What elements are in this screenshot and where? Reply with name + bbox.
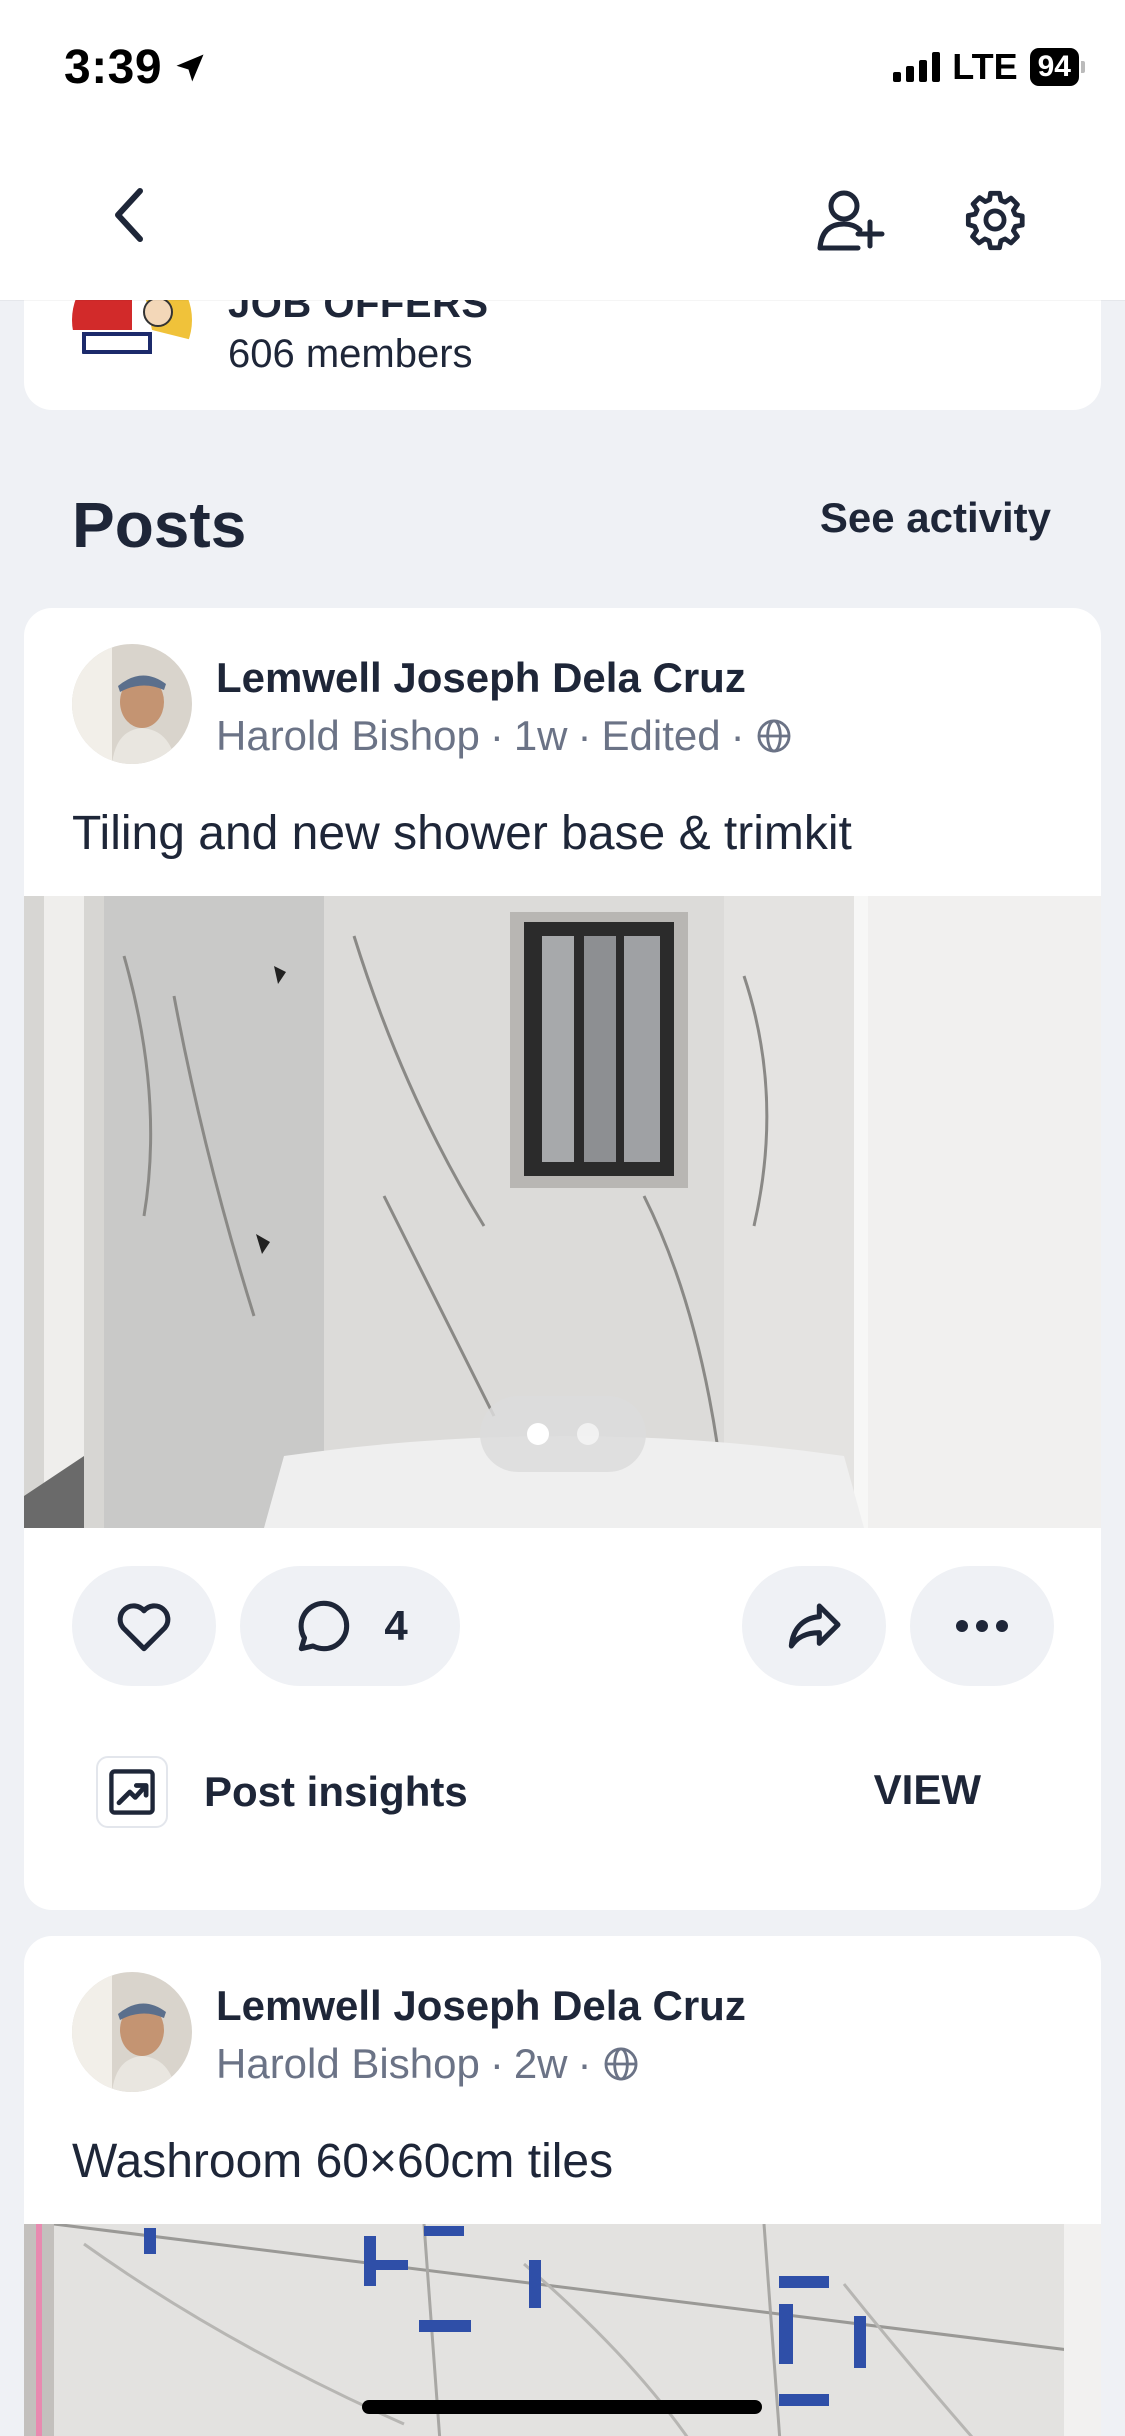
post-meta: Harold Bishop · 2w · <box>216 2040 640 2088</box>
clock: 3:39 <box>64 41 163 94</box>
add-user-icon <box>817 190 885 251</box>
meta-separator: · <box>489 2040 504 2087</box>
post-card: Lemwell Joseph Dela Cruz Harold Bishop ·… <box>24 608 1101 1910</box>
heart-icon <box>117 1603 171 1652</box>
status-indicators: LTE 94 <box>893 46 1085 88</box>
trending-chart-icon <box>109 1769 155 1815</box>
comment-icon <box>298 1600 350 1652</box>
avatar-image <box>72 644 192 764</box>
status-time: 3:39 <box>64 40 208 95</box>
avatar-image <box>72 1972 192 2092</box>
post-image[interactable] <box>24 896 1101 1528</box>
globe-icon <box>757 719 791 753</box>
comment-button[interactable]: 4 <box>240 1566 460 1686</box>
gear-icon <box>965 190 1025 251</box>
post-author[interactable]: Lemwell Joseph Dela Cruz <box>216 1982 746 2030</box>
share-button[interactable] <box>742 1566 886 1686</box>
post-edited[interactable]: Edited <box>602 712 721 760</box>
pager-dot-active[interactable] <box>527 1423 549 1445</box>
post-insights-label[interactable]: Post insights <box>204 1768 468 1816</box>
post-time: 1w <box>513 712 568 759</box>
battery-icon: 94 <box>1029 48 1085 86</box>
globe-icon <box>604 2047 637 2081</box>
meta-separator: · <box>577 2040 592 2087</box>
meta-separator: · <box>730 712 745 759</box>
top-bar: 3:39 LTE 94 <box>0 0 1125 300</box>
meta-separator: · <box>489 712 504 759</box>
meta-separator: · <box>577 712 592 759</box>
location-arrow-icon <box>176 54 204 81</box>
share-arrow-icon <box>788 1603 841 1649</box>
post-author[interactable]: Lemwell Joseph Dela Cruz <box>216 654 746 702</box>
post-meta: Harold Bishop · 1w · Edited · <box>216 712 793 760</box>
group-member-count: 606 members <box>228 332 473 376</box>
insights-icon-box[interactable] <box>96 1756 168 1828</box>
more-options-button[interactable] <box>910 1566 1054 1686</box>
avatar[interactable] <box>72 644 192 764</box>
network-type: LTE <box>952 46 1018 87</box>
avatar[interactable] <box>72 1972 192 2092</box>
see-activity-link[interactable]: See activity <box>820 494 1051 542</box>
back-button[interactable] <box>100 180 160 250</box>
post-text: Tiling and new shower base & trimkit <box>72 807 852 860</box>
post-time: 2w <box>513 2040 568 2087</box>
settings-button[interactable] <box>955 180 1035 260</box>
pager-dot[interactable] <box>577 1423 599 1445</box>
post-meta-name[interactable]: Harold Bishop <box>216 712 480 760</box>
more-dots-icon <box>956 1620 1008 1632</box>
image-pager[interactable] <box>480 1396 646 1472</box>
battery-level: 94 <box>1029 48 1079 86</box>
post-text: Washroom 60×60cm tiles <box>72 2135 614 2188</box>
signal-icon <box>893 52 941 82</box>
posts-heading: Posts <box>72 489 247 561</box>
home-indicator[interactable] <box>362 2400 762 2414</box>
view-insights-link[interactable]: VIEW <box>874 1766 981 1814</box>
like-button[interactable] <box>72 1566 216 1686</box>
add-member-button[interactable] <box>810 180 890 260</box>
comment-count: 4 <box>384 1602 408 1649</box>
post-card: Lemwell Joseph Dela Cruz Harold Bishop ·… <box>24 1936 1101 2436</box>
post-meta-name[interactable]: Harold Bishop <box>216 2040 480 2088</box>
chevron-left-icon <box>115 188 143 242</box>
